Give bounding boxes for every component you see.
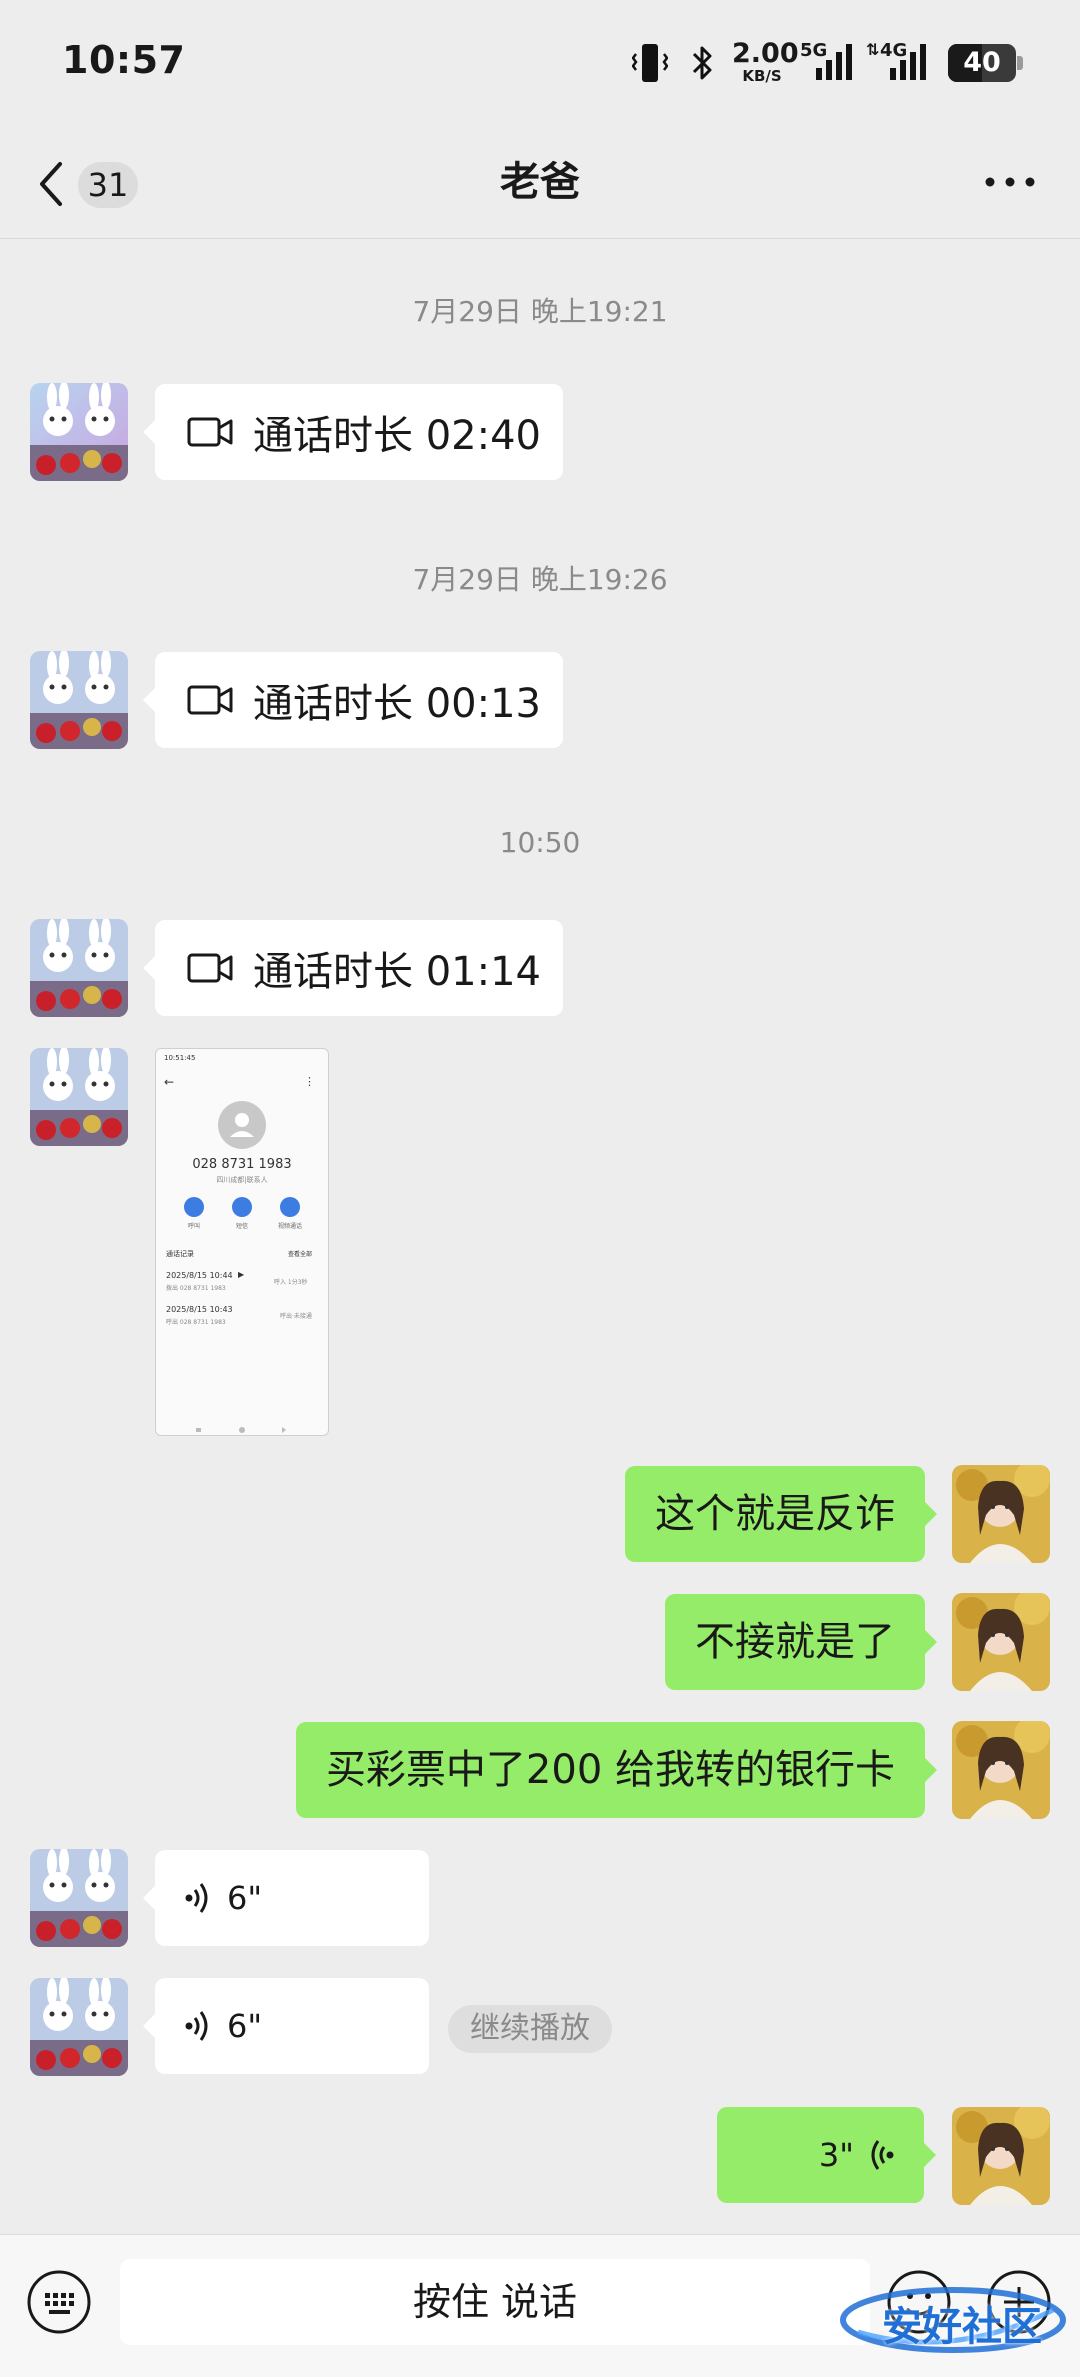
thumb-record-time: 2025/8/15 10:44 — [166, 1271, 233, 1280]
chat-header: 31 老爸 — [0, 130, 1080, 239]
thumb-call-icon — [184, 1197, 204, 1217]
thumb-message-icon — [232, 1197, 252, 1217]
video-call-message[interactable]: 通话时长 02:40 — [143, 384, 563, 480]
thumb-nav-bar — [196, 1419, 288, 1433]
video-call-message[interactable]: 通话时长 01:14 — [143, 920, 563, 1016]
video-call-message[interactable]: 通话时长 00:13 — [143, 652, 563, 748]
keyboard-toggle-button[interactable] — [26, 2269, 92, 2335]
contact-avatar[interactable] — [30, 651, 128, 749]
more-icon — [985, 177, 1035, 187]
chat-title: 老爸 — [500, 159, 580, 205]
thumb-action-label: 呼叫 — [187, 1223, 200, 1230]
net-speed-value: 2.00 — [732, 38, 799, 69]
thumb-back-icon: ← — [164, 1075, 175, 1089]
voice-wave-icon — [185, 2011, 208, 2041]
contact-avatar[interactable] — [30, 1849, 128, 1947]
message-timestamp: 7月29日 晚上19:21 — [412, 295, 668, 328]
thumb-contact-icon — [218, 1101, 266, 1149]
call-duration: 通话时长 00:13 — [253, 681, 541, 727]
voice-wave-icon — [185, 1883, 208, 1913]
status-time: 10:57 — [62, 38, 186, 82]
message-text: 买彩票中了200 给我转的银行卡 — [325, 1747, 895, 1793]
voice-message[interactable]: 6" — [143, 1978, 429, 2074]
thumb-record-sub: 拨出 028 8731 1983 — [166, 1285, 226, 1292]
contact-avatar[interactable] — [30, 919, 128, 1017]
contact-avatar[interactable] — [30, 1048, 128, 1146]
contact-avatar[interactable] — [30, 1978, 128, 2076]
sent-text-message[interactable]: 不接就是了 — [665, 1594, 937, 1690]
message-timestamp: 10:50 — [499, 826, 581, 859]
network-speed: 2.00 KB/S — [732, 38, 799, 85]
signal-5g-icon: 5G — [800, 40, 856, 82]
more-button[interactable] — [980, 160, 1040, 204]
signal-4g-label: 4G — [880, 40, 908, 61]
net-speed-unit: KB/S — [742, 67, 782, 85]
thumb-status: 10:51:45 — [164, 1054, 196, 1062]
thumb-record-note: 呼出·未接通 — [280, 1313, 312, 1320]
video-camera-icon — [187, 685, 233, 715]
thumb-location: 四川成都|联系人 — [216, 1176, 268, 1184]
voice-message-sent[interactable]: 3" — [717, 2107, 936, 2203]
thumb-play-icon: ▶ — [238, 1270, 245, 1279]
bluetooth-icon — [690, 44, 716, 86]
thumb-action-label: 视频通话 — [277, 1223, 302, 1230]
hold-to-talk-button[interactable]: 按住 说话 — [120, 2259, 870, 2345]
voice-duration: 6" — [227, 2007, 263, 2045]
continue-playing-button[interactable]: 继续播放 — [448, 2005, 612, 2053]
video-camera-icon — [187, 417, 233, 447]
status-bar: 10:57 2.00 KB/S 5G ⇅ 4G 40 — [0, 0, 1080, 130]
self-avatar[interactable] — [952, 1465, 1050, 1563]
message-text: 这个就是反诈 — [655, 1491, 895, 1537]
back-button[interactable]: 31 — [30, 150, 150, 214]
voice-wave-icon — [871, 2140, 894, 2170]
thumb-more-icon: ⋮ — [304, 1075, 315, 1088]
keyboard-icon — [27, 2270, 91, 2334]
voice-duration: 3" — [818, 2136, 854, 2174]
video-camera-icon — [187, 953, 233, 983]
signal-4g-icon: ⇅ 4G — [866, 40, 932, 82]
thumb-record-sub: 呼出 028 8731 1983 — [166, 1319, 226, 1326]
thumb-records-label: 通话记录 — [166, 1250, 194, 1258]
call-duration: 通话时长 01:14 — [253, 949, 541, 995]
back-chevron-icon — [40, 162, 62, 206]
thumb-record-note: 呼入 1分3秒 — [274, 1279, 308, 1286]
thumb-see-all: 查看全部 — [288, 1251, 313, 1258]
unread-count-badge: 31 — [78, 162, 138, 208]
signal-5g-label: 5G — [800, 40, 828, 61]
call-duration: 通话时长 02:40 — [253, 413, 541, 459]
thumb-phone-number: 028 8731 1983 — [192, 1157, 292, 1172]
self-avatar[interactable] — [952, 2107, 1050, 2205]
battery-level: 40 — [963, 47, 1001, 78]
voice-duration: 6" — [227, 1879, 263, 1917]
voice-message[interactable]: 6" — [143, 1850, 429, 1946]
site-watermark-logo: 安好社区 — [838, 2270, 1068, 2366]
battery-icon: 40 — [948, 44, 1023, 82]
thumb-record-time: 2025/8/15 10:43 — [166, 1305, 233, 1314]
self-avatar[interactable] — [952, 1593, 1050, 1691]
self-avatar[interactable] — [952, 1721, 1050, 1819]
vibrate-icon — [631, 42, 669, 88]
watermark-text: 安好社区 — [882, 2304, 1042, 2350]
message-text: 不接就是了 — [695, 1619, 895, 1665]
message-timestamp: 7月29日 晚上19:26 — [412, 563, 668, 596]
thumb-action-label: 短信 — [235, 1223, 248, 1230]
thumb-video-icon — [280, 1197, 300, 1217]
image-message[interactable]: 10:51:45 ← ⋮ 028 8731 1983 四川成都|联系人 呼叫 短… — [155, 1048, 329, 1436]
sent-text-message[interactable]: 这个就是反诈 — [625, 1466, 937, 1562]
contact-avatar[interactable] — [30, 383, 128, 481]
sent-text-message[interactable]: 买彩票中了200 给我转的银行卡 — [295, 1722, 938, 1818]
